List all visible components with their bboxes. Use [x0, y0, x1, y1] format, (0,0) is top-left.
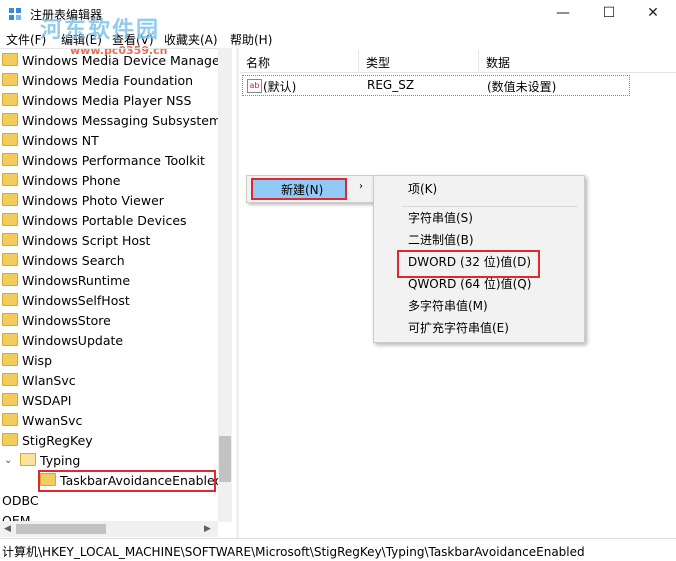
tree-item[interactable]: WindowsRuntime [2, 271, 130, 291]
string-value-icon: ab [247, 79, 262, 93]
tree-item[interactable]: WSDAPI [2, 391, 71, 411]
status-path: 计算机\HKEY_LOCAL_MACHINE\SOFTWARE\Microsof… [2, 545, 585, 559]
folder-icon [2, 113, 18, 126]
folder-icon [2, 193, 18, 206]
tree-item[interactable]: Windows Photo Viewer [2, 191, 164, 211]
tree-item[interactable]: Windows Messaging Subsystem [2, 111, 221, 131]
tree-item[interactable]: Windows Performance Toolkit [2, 151, 205, 171]
tree-item[interactable]: WindowsStore [2, 311, 111, 331]
folder-open-icon [20, 453, 36, 466]
pane-splitter[interactable] [236, 48, 239, 538]
folder-icon [2, 353, 18, 366]
submenu-item-expandable-string[interactable]: 可扩充字符串值(E) [408, 318, 509, 338]
scroll-left-icon[interactable]: ◀ [4, 524, 11, 534]
folder-icon [2, 293, 18, 306]
folder-icon [2, 93, 18, 106]
value-row-default[interactable]: ab (默认) REG_SZ (数值未设置) [242, 75, 630, 96]
folder-icon [2, 313, 18, 326]
tree-item[interactable]: WwanSvc [2, 411, 82, 431]
column-type[interactable]: 类型 [366, 54, 390, 71]
registry-tree: Windows Media Device Manager Windows Med… [0, 48, 232, 523]
dword-callout [397, 250, 540, 278]
value-type: REG_SZ [367, 78, 415, 92]
submenu-item-binary[interactable]: 二进制值(B) [408, 230, 474, 250]
folder-icon [2, 433, 18, 446]
regedit-icon [9, 8, 21, 20]
column-separator[interactable] [358, 50, 359, 72]
tree-item[interactable]: Windows Search [2, 251, 125, 271]
tree-item[interactable]: WindowsSelfHost [2, 291, 130, 311]
folder-icon [2, 253, 18, 266]
tree-item-typing[interactable]: Typing [20, 451, 80, 471]
submenu-item-key[interactable]: 项(K) [408, 179, 437, 199]
maximize-button[interactable]: ☐ [586, 0, 632, 28]
status-bar: 计算机\HKEY_LOCAL_MACHINE\SOFTWARE\Microsof… [0, 538, 676, 561]
context-menu: 新建(N) › [246, 175, 378, 203]
folder-icon [2, 413, 18, 426]
chevron-right-icon: › [359, 181, 363, 192]
menu-favorites[interactable]: 收藏夹(A) [164, 31, 218, 48]
column-data[interactable]: 数据 [486, 54, 510, 71]
tree-item[interactable]: Windows Script Host [2, 231, 150, 251]
minimize-button[interactable]: — [540, 0, 586, 28]
folder-icon [2, 273, 18, 286]
folder-icon [2, 333, 18, 346]
scroll-right-icon[interactable]: ▶ [204, 524, 211, 534]
folder-icon [2, 153, 18, 166]
submenu-item-string[interactable]: 字符串值(S) [408, 208, 473, 228]
folder-icon [2, 133, 18, 146]
folder-icon [2, 393, 18, 406]
tree-item[interactable]: Wisp [2, 351, 52, 371]
column-separator[interactable] [478, 50, 479, 72]
tree-item[interactable]: WindowsUpdate [2, 331, 123, 351]
menu-item-new-label: 新建(N) [281, 183, 324, 197]
tree-item-odbc[interactable]: ODBC [2, 491, 39, 511]
folder-icon [2, 213, 18, 226]
menu-help[interactable]: 帮助(H) [230, 31, 272, 48]
submenu-item-multi-string[interactable]: 多字符串值(M) [408, 296, 488, 316]
values-list-header: 名称 类型 数据 [240, 50, 676, 73]
watermark-logo: 河东软件园 [40, 17, 161, 43]
folder-icon [2, 53, 18, 66]
tree-item[interactable]: Windows Media Foundation [2, 71, 193, 91]
menu-separator [402, 206, 578, 207]
tree-item[interactable]: Windows Media Device Manager [2, 51, 225, 71]
close-button[interactable]: ✕ [630, 0, 676, 28]
chevron-down-icon[interactable]: ⌄ [4, 455, 12, 466]
tree-item[interactable]: Windows Phone [2, 171, 121, 191]
new-submenu: 项(K) 字符串值(S) 二进制值(B) DWORD (32 位)值(D) QW… [373, 175, 585, 343]
column-name[interactable]: 名称 [246, 54, 270, 71]
tree-vertical-scroll-thumb[interactable] [219, 436, 231, 482]
folder-icon [2, 173, 18, 186]
tree-item[interactable]: Windows Media Player NSS [2, 91, 191, 111]
selected-key-callout [38, 470, 216, 492]
value-data: (数值未设置) [487, 80, 557, 94]
folder-icon [2, 73, 18, 86]
folder-icon [2, 373, 18, 386]
tree-horizontal-scroll-thumb[interactable] [16, 524, 106, 534]
folder-icon [2, 233, 18, 246]
tree-item[interactable]: Windows Portable Devices [2, 211, 187, 231]
value-name: (默认) [263, 80, 297, 94]
tree-item[interactable]: WlanSvc [2, 371, 76, 391]
tree-item[interactable]: Windows NT [2, 131, 99, 151]
tree-item[interactable]: StigRegKey [2, 431, 93, 451]
